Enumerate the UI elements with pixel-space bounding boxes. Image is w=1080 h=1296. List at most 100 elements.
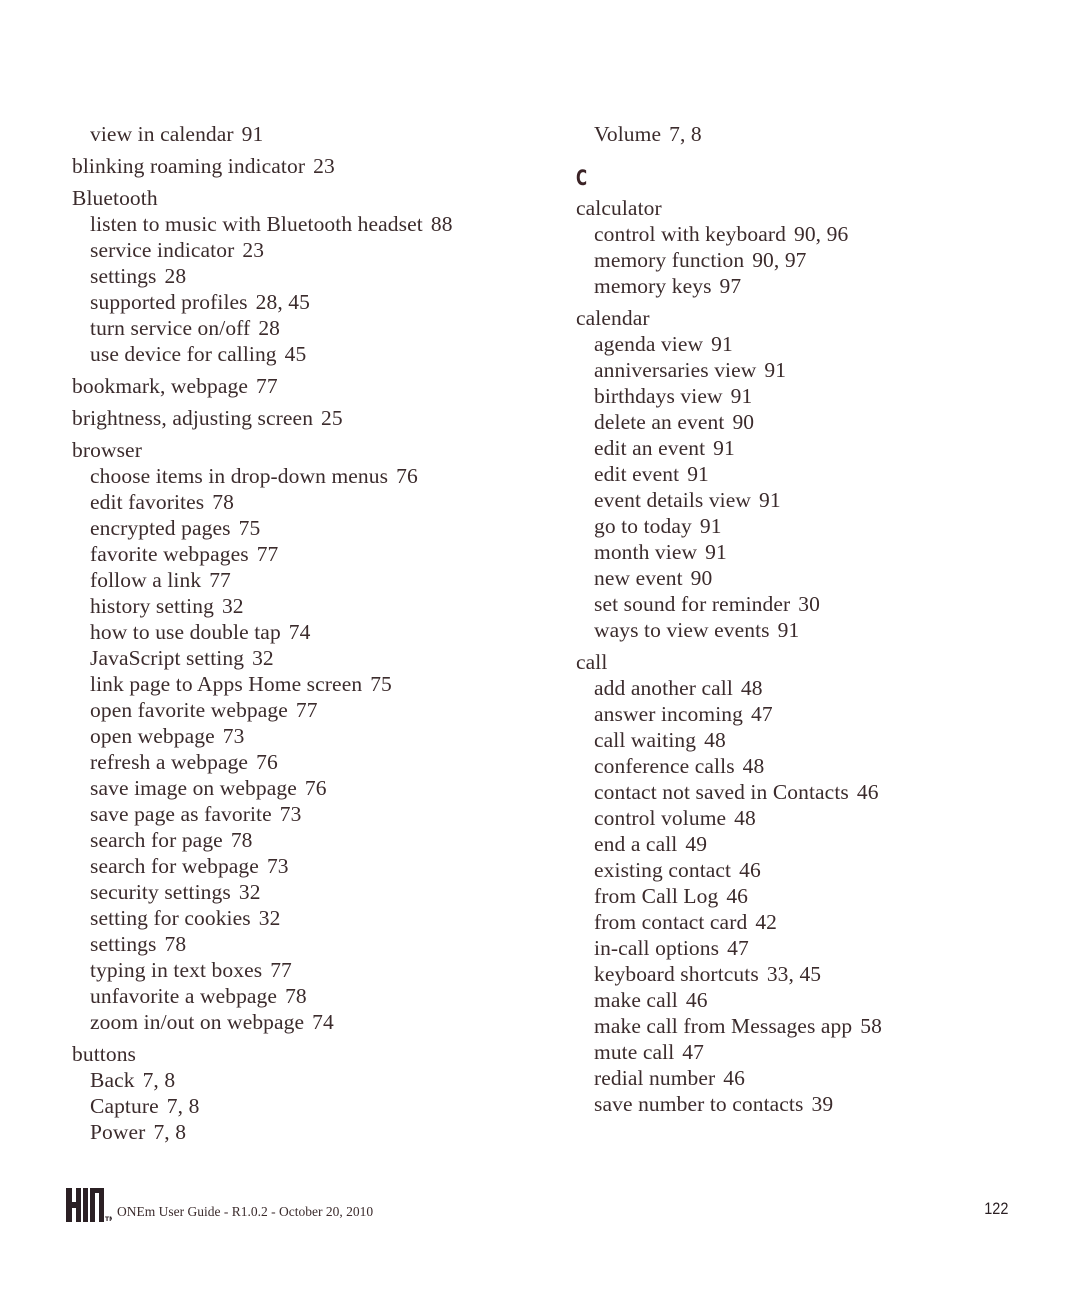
index-page-refs[interactable]: 23 [242,238,264,262]
index-subentry: zoom in/out on webpage 74 [72,1009,542,1035]
index-term: settings [90,264,157,288]
index-page-refs[interactable]: 46 [723,1066,745,1090]
index-page-refs[interactable]: 58 [860,1014,882,1038]
index-page-refs[interactable]: 47 [682,1040,704,1064]
index-subentry: settings 28 [72,263,542,289]
index-page-refs[interactable]: 46 [857,780,879,804]
index-page-refs[interactable]: 47 [751,702,773,726]
index-page-refs[interactable]: 76 [256,750,278,774]
index-subentry: set sound for reminder 30 [576,591,1036,617]
index-page-refs[interactable]: 32 [252,646,274,670]
index-subentry: make call 46 [576,987,1036,1013]
index-page-refs[interactable]: 7, 8 [669,122,702,146]
index-page-refs[interactable]: 73 [223,724,245,748]
index-letter-heading: C [576,166,588,190]
index-page-refs[interactable]: 73 [280,802,302,826]
index-term: open favorite webpage [90,698,288,722]
index-subentry: in-call options 47 [576,935,1036,961]
index-subentry: anniversaries view 91 [576,357,1036,383]
index-page-refs[interactable]: 28, 45 [256,290,310,314]
index-page-refs[interactable]: 46 [686,988,708,1012]
index-page-refs[interactable]: 91 [705,540,727,564]
index-page-refs[interactable]: 75 [239,516,261,540]
index-term: event details view [594,488,752,512]
index-page-refs[interactable]: 28 [165,264,187,288]
index-page-refs[interactable]: 74 [312,1010,334,1034]
index-page-refs[interactable]: 90 [691,566,713,590]
index-subentry: follow a link 77 [72,567,542,593]
index-page-refs[interactable]: 90 [732,410,754,434]
index-page-refs[interactable]: 78 [231,828,253,852]
index-page-refs[interactable]: 42 [755,910,777,934]
index-page-refs[interactable]: 90, 96 [794,222,848,246]
index-page-refs[interactable]: 7, 8 [153,1120,186,1144]
index-subentry: add another call 48 [576,675,1036,701]
index-column-left: view in calendar 91 blinking roaming indic… [72,121,542,1145]
index-page-refs[interactable]: 77 [296,698,318,722]
index-page-refs[interactable]: 48 [704,728,726,752]
index-page-refs[interactable]: 91 [731,384,753,408]
index-page-refs[interactable]: 48 [743,754,765,778]
index-page-refs[interactable]: 25 [321,406,343,430]
index-term: save page as favorite [90,802,272,826]
index-page-refs[interactable]: 73 [267,854,289,878]
index-page-refs[interactable]: 91 [778,618,800,642]
index-page-refs[interactable]: 88 [431,212,453,236]
index-subentry: redial number 46 [576,1065,1036,1091]
index-page-refs[interactable]: 30 [798,592,820,616]
index-page-refs[interactable]: 78 [212,490,234,514]
index-page-refs[interactable]: 91 [700,514,722,538]
index-page-refs[interactable]: 91 [759,488,781,512]
index-page-refs[interactable]: 46 [726,884,748,908]
index-page-refs[interactable]: 7, 8 [143,1068,176,1092]
index-page-refs[interactable]: 32 [239,880,261,904]
index-subentry: edit event 91 [576,461,1036,487]
index-term: go to today [594,514,692,538]
index-page-refs[interactable]: 97 [720,274,742,298]
index-page-refs[interactable]: 91 [242,122,264,146]
index-term: make call [594,988,678,1012]
index-term: memory function [594,248,745,272]
index-page-refs[interactable]: 76 [396,464,418,488]
index-page-refs[interactable]: 77 [256,374,278,398]
index-page-refs[interactable]: 46 [739,858,761,882]
index-subentry: history setting 32 [72,593,542,619]
index-page-refs[interactable]: 91 [711,332,733,356]
index-subentry: agenda view 91 [576,331,1036,357]
index-page-refs[interactable]: 48 [741,676,763,700]
index-page-refs[interactable]: 78 [285,984,307,1008]
index-page-refs[interactable]: 77 [257,542,279,566]
index-page-refs[interactable]: 91 [764,358,786,382]
index-page-refs[interactable]: 77 [209,568,231,592]
index-subentry: memory keys 97 [576,273,1036,299]
index-page-refs[interactable]: 28 [258,316,280,340]
index-entry: call [576,649,1036,675]
index-term: call [576,650,608,674]
index-page-refs[interactable]: 45 [285,342,307,366]
index-page-refs[interactable]: 91 [713,436,735,460]
index-page-refs[interactable]: 33, 45 [767,962,821,986]
index-term: month view [594,540,698,564]
index-page-refs[interactable]: 47 [727,936,749,960]
index-term: security settings [90,880,231,904]
index-page-refs[interactable]: 48 [734,806,756,830]
index-subentry: search for webpage 73 [72,853,542,879]
index-page-refs[interactable]: 32 [259,906,281,930]
index-page-refs[interactable]: 78 [165,932,187,956]
index-page-refs[interactable]: 74 [289,620,311,644]
index-page-refs[interactable]: 91 [687,462,709,486]
index-page-refs[interactable]: 7, 8 [167,1094,200,1118]
index-page-refs[interactable]: 32 [222,594,244,618]
index-page-refs[interactable]: 76 [305,776,327,800]
index-page-refs[interactable]: 77 [270,958,292,982]
index-page-refs[interactable]: 39 [811,1092,833,1116]
index-subentry: call waiting 48 [576,727,1036,753]
index-page-refs[interactable]: 75 [370,672,392,696]
index-page-refs[interactable]: 90, 97 [752,248,806,272]
index-page-refs[interactable]: 23 [313,154,335,178]
index-term: turn service on/off [90,316,251,340]
index-entry: browser [72,437,542,463]
index-term: open webpage [90,724,215,748]
index-page-refs[interactable]: 49 [685,832,707,856]
index-term: buttons [72,1042,137,1066]
